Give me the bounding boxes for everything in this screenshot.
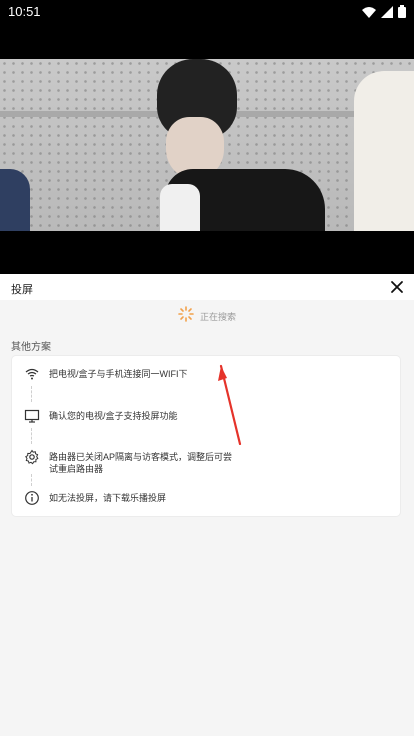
video-frame [0, 59, 414, 231]
searching-status: 正在搜索 [0, 304, 414, 328]
step-connector [31, 386, 32, 402]
status-time: 10:51 [8, 4, 41, 19]
battery-icon [398, 5, 406, 21]
loading-spinner-icon [178, 305, 194, 327]
signal-icon [381, 5, 393, 21]
sheet-title: 投屏 [11, 284, 33, 296]
step-text: 路由器已关闭AP隔离与访客模式，调整后可尝试重启路由器 [49, 452, 233, 474]
video-person-right [354, 71, 414, 231]
step-connector [31, 474, 32, 486]
wifi-status-icon [362, 6, 376, 21]
step-connector [31, 428, 32, 444]
info-icon [24, 490, 40, 506]
red-arrow-icon [218, 364, 242, 445]
searching-text: 正在搜索 [199, 311, 236, 322]
cast-sheet: 投屏 正在搜索 其他方案 把电视/盒子与手机连接同一WIFI下 确认您的电视/盒… [0, 274, 414, 736]
video-player[interactable] [0, 24, 414, 274]
close-icon[interactable] [388, 278, 406, 296]
step-text: 确认您的电视/盒子支持投屏功能 [49, 411, 178, 421]
solution-card: 把电视/盒子与手机连接同一WIFI下 确认您的电视/盒子支持投屏功能 路由器已关… [12, 356, 400, 516]
video-person-shirt [160, 184, 200, 231]
wifi-icon [24, 366, 40, 382]
video-person-left [0, 169, 30, 231]
settings-icon [24, 449, 40, 465]
step-text: 把电视/盒子与手机连接同一WIFI下 [49, 369, 188, 379]
sheet-header: 投屏 [0, 274, 414, 300]
status-icons [362, 5, 406, 21]
section-title: 其他方案 [11, 342, 51, 353]
step-text: 如无法投屏，请下载乐播投屏 [49, 493, 167, 503]
close-button[interactable] [388, 278, 406, 296]
monitor-icon [24, 408, 40, 424]
status-bar: 10:51 [0, 0, 414, 24]
